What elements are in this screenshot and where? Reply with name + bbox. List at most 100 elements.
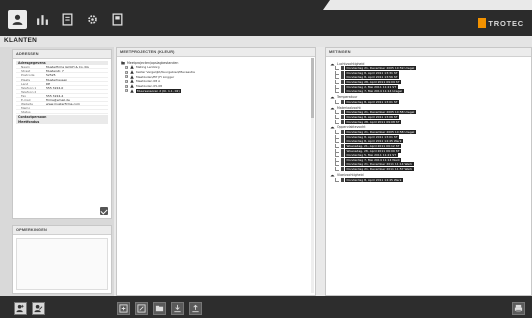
tree-connector [335,153,339,158]
tree-connector [335,119,339,124]
brand-name: TROTEC [488,18,524,28]
address-field-value[interactable]: Musterhausen [46,78,67,82]
tree-connector [335,75,339,80]
measurement-entry-label: Donderdag 8, April 2011 13:06 ST [345,115,400,120]
address-field-label: Telefoon 2 [21,89,37,94]
project-tree-item-label: Meetzuilen 08 A [136,79,161,84]
address-field-value[interactable]: www.musterfirma.com [46,102,80,106]
expand-toggle-icon[interactable]: + [125,79,128,83]
address-field-label: Plaats [21,77,31,82]
measurement-entry-label: Donderdag 8, April 2011 13:56 ST [345,75,400,80]
address-confirm-button[interactable] [100,207,108,215]
download-button[interactable] [171,302,184,315]
address-field-value[interactable]: firma@email.de [46,98,70,102]
measurement-file-icon [340,115,344,120]
project-tree-item-label: Kelder Vergelijkt/Kuurgebied/Mecaastre [136,70,196,75]
tree-connector [335,99,339,104]
address-rows: Naam Musterfirma GmbH & Co. KG Straat Muste… [16,65,108,115]
add-project-button[interactable] [117,302,130,315]
folder-button[interactable] [153,302,166,315]
measurement-entry-label: Donderdag 21, December 2005 10:59 Uregel [345,66,416,71]
address-field-label: Straat [21,69,31,74]
measurement-file-icon [340,110,344,115]
edit-customer-button[interactable] [32,302,45,315]
address-panel-title: ADRESSEN [13,50,111,59]
edit-project-icon [137,304,146,313]
download-icon [174,304,181,313]
address-field-value[interactable]: Musterstr. 7 [46,69,64,73]
notes-textarea[interactable] [16,238,108,290]
measurement-type-icon [330,63,335,65]
nav-settings-button[interactable] [83,10,102,29]
expand-toggle-icon[interactable]: + [125,89,128,93]
measurement-file-icon [340,157,344,162]
measurement-file-icon [340,84,344,89]
expand-toggle-icon[interactable]: + [125,75,128,79]
nav-report-button[interactable] [108,10,127,29]
projects-scrollbar[interactable] [311,58,314,293]
nav-document-button[interactable] [58,10,77,29]
project-node-icon [130,74,134,79]
measurement-entry[interactable]: Donderdag 8, April 2011 14:45 Werk [330,177,527,182]
measurement-entry-label: Donderdag 8, April 2011 13:01 ST [345,99,400,104]
tree-connector [335,70,339,75]
top-bar: TROTEC [0,0,532,36]
project-node-icon [130,65,134,70]
measurement-entry-label: Woensdag, 28, April 2011 09:09 ST [345,148,401,153]
address-field-label: Land [21,81,29,86]
bottom-toolbar [0,296,532,318]
measurement-entry-label: Donderdag 21, December 2011 11:57 Werk [345,166,414,171]
measurement-file-icon [340,144,344,149]
tree-connector [335,66,339,71]
measurement-type-icon [330,127,335,129]
project-node-icon [130,79,134,84]
nav-customers-button[interactable] [8,10,27,29]
page-titlebar: KLANTEN [0,36,532,47]
report-icon [112,13,123,26]
tree-connector [335,144,339,149]
measurement-entry[interactable]: Donderdag 8, April 2011 13:01 ST [330,99,527,105]
address-field-value[interactable]: 52525 [46,73,56,77]
tree-connector [335,84,339,89]
address-section-measure[interactable]: Meetfondus [16,119,108,125]
document-icon [62,13,73,26]
measurement-file-icon [340,89,344,94]
expand-toggle-icon[interactable]: + [125,65,128,69]
nav-chart-button[interactable] [33,10,52,29]
address-field-value[interactable]: Musterfirma GmbH & Co. KG [46,65,89,69]
project-tree-item[interactable]: + Muursensoren 2 (Kl. 1.1, 02) [121,88,311,93]
address-field-value[interactable]: DE [46,82,50,86]
upload-button[interactable] [189,302,202,315]
measurement-file-icon [340,70,344,75]
customers-icon [12,14,23,25]
print-button[interactable] [512,302,525,315]
tree-connector [335,89,339,94]
measurement-type-icon [330,96,335,99]
project-tree-item-label: Meetzuilen 05-08 [136,84,163,89]
measurement-entry-label: Donderdag 21, December 2011 11:14 Werk [345,162,414,167]
projects-tree-root-label: Meetprojecten/opslagbestanden [127,60,179,65]
projects-tree-items: + Meting Lentiorg + Kelder Vergelijkt/Kuurg… [121,65,311,93]
measurement-entry[interactable]: Donderdag 7, Mei 2014 11:14 Uregel [330,89,527,94]
measurement-group-label: Luchtvochtigheid [337,61,365,66]
measurement-type-icon [330,107,335,110]
address-field-value[interactable]: 555 3224-4 [46,94,63,98]
measurement-entry-label: Donderdag 8, April 2011 14:45 Werk [345,177,403,182]
address-field-label: Naam [21,65,30,70]
notes-panel: OPMERKINGEN [12,225,112,294]
chart-icon [37,15,48,25]
address-field-label: Memo [21,106,31,111]
add-customer-button[interactable] [14,302,27,315]
print-icon [514,304,523,313]
expand-toggle-icon[interactable]: + [125,84,128,88]
add-customer-icon [16,304,24,313]
measurement-entry[interactable]: Donderdag 21, December 2011 11:57 Werk [330,166,527,172]
measurement-entry[interactable]: Donderdag 28, April 2011 09:08 ST [330,119,527,124]
expand-toggle-icon[interactable]: + [125,70,128,74]
measurement-file-icon [340,148,344,153]
address-field-value[interactable]: 555 3224-0 [46,86,63,90]
edit-project-button[interactable] [135,302,148,315]
add-project-icon [119,304,128,313]
projects-scrollbar-thumb[interactable] [311,58,314,118]
address-field-label: Postcode [21,73,35,78]
